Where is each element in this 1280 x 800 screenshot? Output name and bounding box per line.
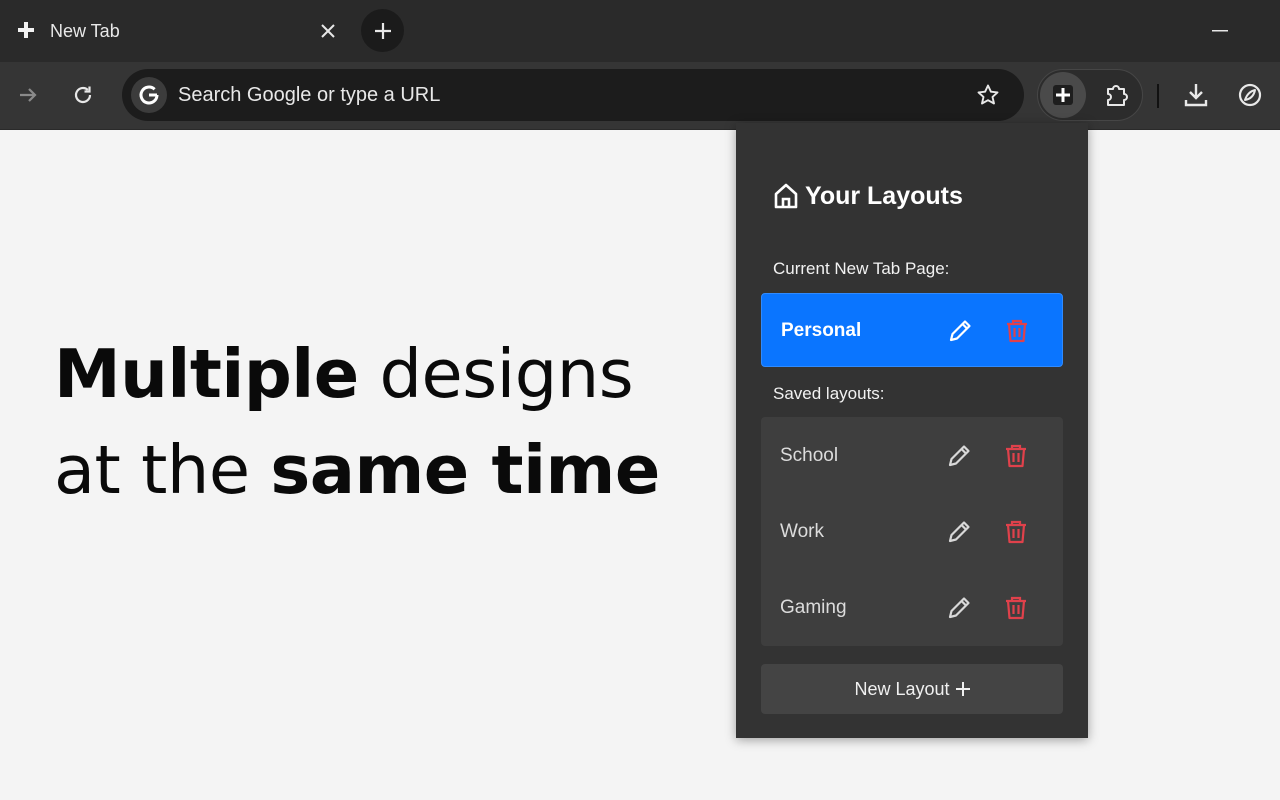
saved-layout-name: Work (780, 521, 824, 542)
delete-layout-button[interactable] (998, 438, 1034, 474)
performance-button[interactable] (1230, 75, 1270, 115)
reload-icon (74, 86, 92, 104)
arrow-right-icon (20, 88, 37, 102)
edit-layout-button[interactable] (941, 514, 977, 550)
edit-layout-button[interactable] (941, 438, 977, 474)
trash-icon (1006, 444, 1026, 468)
extensions-menu-button[interactable] (1096, 74, 1138, 116)
current-layout-card[interactable]: Personal (761, 293, 1063, 367)
current-layout-label: Current New Tab Page: (773, 259, 950, 278)
omnibox (122, 69, 1024, 121)
current-layout-name: Personal (781, 320, 862, 341)
new-layout-label: New Layout (854, 678, 950, 699)
star-icon (977, 84, 999, 105)
tab-new-tab[interactable]: New Tab (0, 0, 352, 62)
layouts-extension-button[interactable] (1040, 72, 1086, 118)
bookmark-star-button[interactable] (968, 75, 1008, 115)
delete-current-layout-button[interactable] (999, 313, 1035, 349)
leaf-icon (1238, 83, 1262, 107)
trash-icon (1006, 520, 1026, 544)
minimize-window-button[interactable] (1200, 16, 1240, 46)
hero-line-1: Multiple designs (54, 335, 634, 413)
minimize-icon (1212, 30, 1228, 32)
google-g-glyph (139, 85, 159, 105)
popup-title: Your Layouts (805, 182, 963, 210)
pencil-icon (948, 597, 970, 619)
plus-icon (1053, 85, 1073, 105)
hero-headline: Multiple designs at the same time (54, 326, 704, 518)
close-icon (321, 24, 335, 38)
hero-line-2: at the same time (54, 431, 660, 509)
pencil-icon (948, 521, 970, 543)
plus-icon (374, 22, 391, 39)
trash-icon (1007, 319, 1027, 343)
browser-toolbar (0, 62, 1280, 130)
toolbar-divider (1157, 84, 1159, 108)
tab-strip: New Tab (0, 0, 1280, 62)
pencil-icon (948, 445, 970, 467)
plus-icon (955, 682, 970, 696)
omnibox-input[interactable] (178, 69, 958, 121)
reload-button[interactable] (63, 75, 103, 115)
download-icon (1184, 84, 1208, 107)
delete-layout-button[interactable] (998, 514, 1034, 550)
downloads-button[interactable] (1176, 75, 1216, 115)
extensions-group (1037, 69, 1143, 121)
home-icon (774, 183, 798, 209)
tab-close-button[interactable] (316, 19, 340, 43)
saved-layout-row[interactable]: Gaming (761, 569, 1063, 645)
saved-layout-name: Gaming (780, 597, 847, 618)
edit-layout-button[interactable] (941, 590, 977, 626)
google-icon (131, 77, 167, 113)
new-layout-button[interactable]: New Layout (761, 664, 1063, 714)
pencil-icon (949, 320, 971, 342)
popup-header: Your Layouts (773, 181, 963, 211)
saved-layout-row[interactable]: School (761, 417, 1063, 493)
layouts-popup: Your Layouts Current New Tab Page: Perso… (736, 123, 1088, 738)
saved-layouts-list: School Work Gaming (761, 417, 1063, 646)
saved-layouts-label: Saved layouts: (773, 384, 885, 403)
trash-icon (1006, 596, 1026, 620)
forward-button[interactable] (8, 75, 48, 115)
edit-current-layout-button[interactable] (942, 313, 978, 349)
puzzle-icon (1107, 85, 1128, 106)
saved-layout-name: School (780, 445, 839, 466)
plus-icon (18, 22, 34, 38)
saved-layout-row[interactable]: Work (761, 493, 1063, 569)
tab-title: New Tab (50, 21, 120, 41)
new-tab-button[interactable] (361, 9, 404, 52)
delete-layout-button[interactable] (998, 590, 1034, 626)
